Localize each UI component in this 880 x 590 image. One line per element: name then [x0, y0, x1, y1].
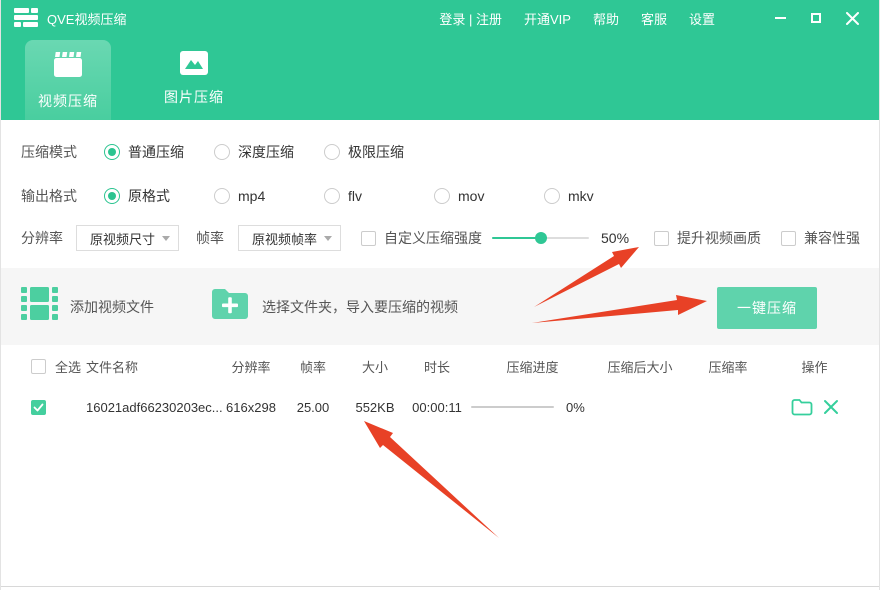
radio-normal-compress[interactable]: 普通压缩 — [104, 142, 214, 162]
add-folder-label: 选择文件夹，导入要压缩的视频 — [262, 297, 458, 317]
add-video-files-label: 添加视频文件 — [70, 297, 154, 317]
radio-format-original[interactable]: 原格式 — [104, 186, 214, 206]
slider-fill — [492, 237, 541, 239]
advanced-options-row: 分辨率 原视频尺寸 帧率 原视频帧率 自定义压缩强度 50% 提升视频画质 兼容… — [1, 224, 879, 252]
add-folder-button[interactable]: 选择文件夹，导入要压缩的视频 — [210, 286, 458, 327]
app-title: QVE视频压缩 — [47, 9, 126, 28]
window-controls — [769, 7, 863, 29]
radio-format-flv[interactable]: flv — [324, 188, 434, 204]
radio-icon — [214, 144, 230, 160]
compatibility-label: 兼容性强 — [804, 228, 860, 248]
custom-strength-checkbox[interactable] — [361, 231, 376, 246]
service-link[interactable]: 客服 — [641, 9, 667, 28]
filmstrip-icon — [21, 286, 58, 327]
remove-file-icon[interactable] — [823, 399, 839, 415]
cell-size: 552KB — [347, 400, 403, 415]
tab-strip: 视频压缩 图片压缩 — [1, 36, 879, 120]
action-band: 添加视频文件 选择文件夹，导入要压缩的视频 一键压缩 — [1, 268, 879, 345]
one-click-compress-button[interactable]: 一键压缩 — [717, 287, 817, 329]
table-header: 全选 文件名称 分辨率 帧率 大小 时长 压缩进度 压缩后大小 压缩率 操作 — [1, 345, 879, 388]
chevron-down-icon — [162, 236, 170, 241]
minimize-icon[interactable] — [769, 7, 791, 29]
col-size: 大小 — [347, 357, 403, 376]
col-progress: 压缩进度 — [471, 357, 594, 376]
compression-mode-label: 压缩模式 — [21, 142, 104, 162]
radio-icon — [104, 188, 120, 204]
output-format-row: 输出格式 原格式 mp4 flv mov mkv — [1, 182, 879, 210]
col-duration: 时长 — [403, 357, 471, 376]
tab-label: 图片压缩 — [164, 87, 224, 107]
custom-strength-label: 自定义压缩强度 — [384, 228, 482, 248]
radio-icon — [434, 188, 450, 204]
progress-bar — [471, 406, 554, 408]
fps-dropdown[interactable]: 原视频帧率 — [238, 225, 341, 251]
enhance-quality-checkbox[interactable] — [654, 231, 669, 246]
table-row: 16021adf66230203ec... 616x298 25.00 552K… — [1, 388, 879, 426]
cell-fps: 25.00 — [279, 400, 347, 415]
fps-label: 帧率 — [196, 228, 224, 248]
cell-actions — [770, 398, 859, 416]
col-ratio: 压缩率 — [686, 357, 770, 376]
strength-slider[interactable] — [492, 231, 589, 245]
radio-icon — [214, 188, 230, 204]
tab-video-compress[interactable]: 视频压缩 — [25, 40, 111, 120]
maximize-icon[interactable] — [805, 7, 827, 29]
slider-thumb[interactable] — [535, 232, 547, 244]
close-icon[interactable] — [841, 7, 863, 29]
app-logo-icon — [14, 8, 38, 28]
add-video-files-button[interactable]: 添加视频文件 — [21, 286, 154, 327]
radio-icon — [324, 144, 340, 160]
open-folder-icon[interactable] — [791, 398, 813, 416]
radio-icon — [104, 144, 120, 160]
strength-percent: 50% — [601, 230, 629, 246]
radio-format-mkv[interactable]: mkv — [544, 188, 654, 204]
help-link[interactable]: 帮助 — [593, 9, 619, 28]
tab-image-compress[interactable]: 图片压缩 — [151, 36, 237, 120]
cell-duration: 00:00:11 — [403, 400, 471, 415]
col-fps: 帧率 — [279, 357, 347, 376]
folder-plus-icon — [210, 286, 250, 327]
chevron-down-icon — [324, 236, 332, 241]
compatibility-checkbox[interactable] — [781, 231, 796, 246]
compression-mode-row: 压缩模式 普通压缩 深度压缩 极限压缩 — [1, 138, 879, 166]
progress-percent: 0% — [566, 400, 585, 415]
col-after-size: 压缩后大小 — [594, 357, 686, 376]
enhance-quality-label: 提升视频画质 — [677, 228, 761, 248]
titlebar-menu: 登录 | 注册 开通VIP 帮助 客服 设置 — [439, 7, 879, 29]
col-actions: 操作 — [770, 357, 859, 376]
resolution-label: 分辨率 — [21, 228, 76, 248]
radio-icon — [324, 188, 340, 204]
vip-link[interactable]: 开通VIP — [524, 9, 571, 28]
resolution-dropdown[interactable]: 原视频尺寸 — [76, 225, 179, 251]
app-window: QVE视频压缩 登录 | 注册 开通VIP 帮助 客服 设置 — [0, 0, 880, 590]
cell-filename: 16021adf66230203ec... — [86, 400, 223, 415]
window-bottom-border — [1, 586, 879, 587]
select-all-checkbox[interactable] — [31, 359, 46, 374]
title-bar: QVE视频压缩 登录 | 注册 开通VIP 帮助 客服 设置 — [1, 0, 879, 36]
radio-extreme-compress[interactable]: 极限压缩 — [324, 142, 434, 162]
radio-icon — [544, 188, 560, 204]
select-all-label: 全选 — [51, 357, 86, 376]
row-checkbox[interactable] — [31, 400, 46, 415]
clapperboard-icon — [51, 50, 85, 83]
cell-resolution: 616x298 — [223, 400, 279, 415]
tab-label: 视频压缩 — [38, 91, 98, 111]
arrow-to-size-value — [364, 421, 499, 538]
image-icon — [179, 50, 209, 79]
radio-format-mp4[interactable]: mp4 — [214, 188, 324, 204]
col-resolution: 分辨率 — [223, 357, 279, 376]
settings-link[interactable]: 设置 — [689, 9, 715, 28]
col-filename: 文件名称 — [86, 357, 223, 376]
radio-format-mov[interactable]: mov — [434, 188, 544, 204]
login-register-link[interactable]: 登录 | 注册 — [439, 9, 502, 28]
radio-deep-compress[interactable]: 深度压缩 — [214, 142, 324, 162]
cell-progress: 0% — [471, 400, 594, 415]
output-format-label: 输出格式 — [21, 186, 104, 206]
